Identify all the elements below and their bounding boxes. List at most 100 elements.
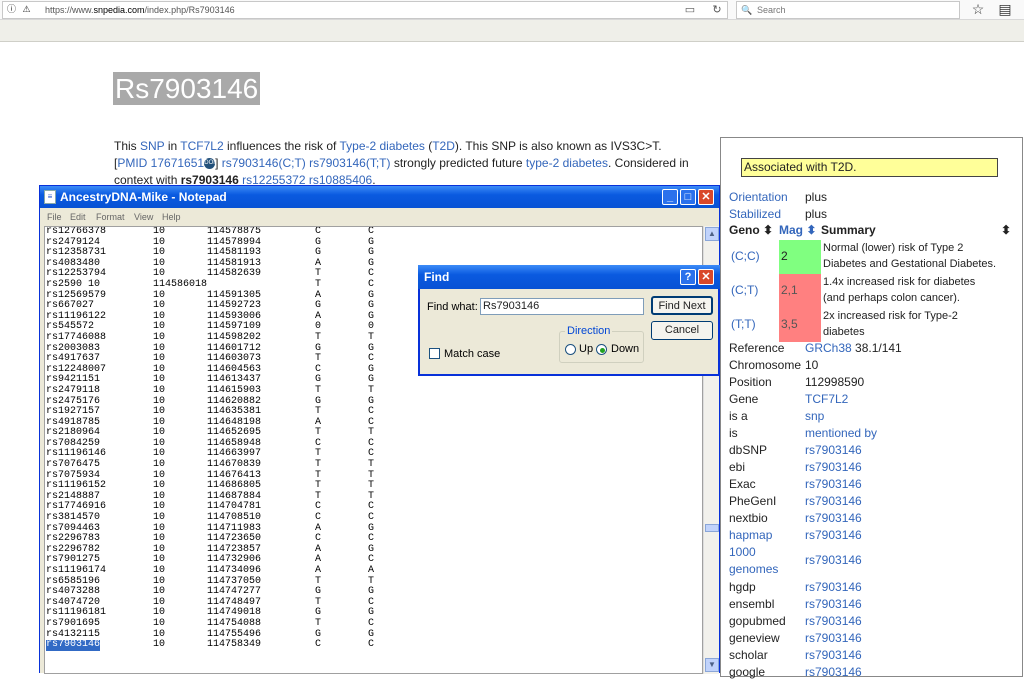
intro-text: This bbox=[114, 139, 141, 153]
reference-label: Reference bbox=[729, 341, 785, 355]
disease-link-2[interactable]: type-2 diabetes bbox=[526, 156, 608, 170]
text-line[interactable]: rs7903146 10 114758349 C C bbox=[45, 640, 702, 651]
text-field: 114586018 bbox=[153, 278, 208, 290]
stabilized-label[interactable]: Stabilized bbox=[729, 206, 805, 223]
find-dialog-title: Find bbox=[424, 270, 450, 284]
gene-value-link[interactable]: TCF7L2 bbox=[805, 391, 848, 408]
cancel-button[interactable]: Cancel bbox=[651, 321, 713, 340]
direction-group: Direction Up Down bbox=[559, 324, 644, 363]
ebi-link[interactable]: rs7903146 bbox=[805, 459, 862, 476]
search-input[interactable]: 🔍 Search bbox=[736, 1, 960, 19]
gene-link[interactable]: TCF7L2 bbox=[180, 139, 223, 153]
geno-header[interactable]: Geno ⬍ bbox=[729, 222, 773, 238]
down-label[interactable]: Down bbox=[611, 342, 639, 356]
text-line[interactable]: rs7901695 10 114754088 T C bbox=[45, 617, 702, 630]
summary-header[interactable]: Summary bbox=[821, 222, 876, 238]
match-case-checkbox[interactable] bbox=[429, 348, 440, 359]
summary-cell: Diabetes and Gestational Diabetes. bbox=[823, 258, 997, 270]
text-field: rs2590 10 bbox=[46, 278, 101, 290]
hapmap-label-link[interactable]: hapmap bbox=[729, 527, 805, 544]
exac-link[interactable]: rs7903146 bbox=[805, 476, 862, 493]
genomes-label-link[interactable]: 1000 genomes bbox=[729, 544, 805, 578]
reload-icon[interactable]: ↻ bbox=[710, 3, 724, 17]
menu-view[interactable]: View bbox=[134, 208, 153, 226]
text-field: C bbox=[315, 226, 322, 237]
text-line[interactable]: rs2479118 10 114615903 T T bbox=[45, 385, 702, 397]
text-field: T bbox=[315, 331, 322, 343]
gopubmed-link[interactable]: rs7903146 bbox=[805, 613, 862, 630]
reader-view-icon[interactable]: ▭ bbox=[683, 3, 697, 17]
notepad-app-icon[interactable]: ≡ bbox=[44, 190, 56, 204]
match-case-label[interactable]: Match case bbox=[444, 347, 500, 361]
grch38-link[interactable]: GRCh38 bbox=[805, 341, 852, 355]
ebi-label: ebi bbox=[729, 460, 746, 474]
text-field: rs11196174 bbox=[46, 565, 107, 576]
maximize-button[interactable]: □ bbox=[680, 189, 696, 205]
scroll-thumb[interactable] bbox=[705, 524, 719, 532]
up-label[interactable]: Up bbox=[579, 342, 593, 356]
mag-header[interactable]: Mag ⬍ bbox=[779, 222, 816, 238]
find-next-button[interactable]: Find Next bbox=[651, 296, 713, 315]
scroll-up-arrow-icon[interactable]: ▲ bbox=[705, 227, 719, 241]
menu-format[interactable]: Format bbox=[96, 208, 125, 226]
genotype-ct-link[interactable]: (C;T) bbox=[731, 282, 758, 298]
sort-icon: ⬍ bbox=[763, 223, 774, 237]
info-icon[interactable]: ⓘ bbox=[6, 4, 17, 15]
find-what-input[interactable]: Rs7903146 bbox=[480, 298, 644, 315]
genomes-link[interactable]: rs7903146 bbox=[805, 552, 862, 569]
help-button[interactable]: ? bbox=[680, 269, 696, 285]
geneview-link[interactable]: rs7903146 bbox=[805, 630, 862, 647]
doi-icon[interactable]: DOI bbox=[204, 158, 216, 170]
genotype-tt-link[interactable]: rs7903146(T;T) bbox=[309, 156, 390, 170]
up-radio[interactable] bbox=[565, 344, 576, 355]
find-dialog-titlebar[interactable]: Find ? ✕ bbox=[418, 265, 720, 289]
phegeni-link[interactable]: rs7903146 bbox=[805, 493, 862, 510]
text-line[interactable]: rs12766378 10 114578875 C C bbox=[45, 227, 702, 238]
dbsnp-link[interactable]: rs7903146 bbox=[805, 442, 862, 459]
genotype-tt-link[interactable]: (T;T) bbox=[731, 316, 756, 332]
find-close-button[interactable]: ✕ bbox=[698, 269, 714, 285]
close-button[interactable]: ✕ bbox=[698, 189, 714, 205]
genotype-cc-link[interactable]: (C;C) bbox=[731, 248, 760, 264]
menu-file[interactable]: File bbox=[47, 208, 62, 226]
url-bar[interactable]: ⓘ ⚠ https://www.snpedia.com/index.php/Rs… bbox=[2, 1, 728, 19]
nextbio-link[interactable]: rs7903146 bbox=[805, 510, 862, 527]
sort-icon: ⬍ bbox=[806, 223, 817, 237]
text-line[interactable]: rs11196174 10 114734096 A A bbox=[45, 565, 702, 577]
ensembl-link[interactable]: rs7903146 bbox=[805, 596, 862, 613]
scholar-link[interactable]: rs7903146 bbox=[805, 647, 862, 664]
menu-help[interactable]: Help bbox=[162, 208, 181, 226]
is-label: is bbox=[729, 426, 738, 440]
abbr-link[interactable]: T2D bbox=[432, 139, 455, 153]
text-field: C bbox=[368, 226, 375, 237]
scroll-down-arrow-icon[interactable]: ▼ bbox=[705, 658, 719, 672]
hapmap-link[interactable]: rs7903146 bbox=[805, 527, 862, 544]
sort-icon[interactable]: ⬍ bbox=[1001, 222, 1011, 238]
bookmark-star-icon[interactable]: ☆ bbox=[970, 1, 986, 17]
snp-category-link[interactable]: snp bbox=[805, 408, 824, 425]
down-radio[interactable] bbox=[596, 344, 607, 355]
bookmarks-library-icon[interactable]: ▤ bbox=[997, 1, 1013, 17]
insecure-lock-icon[interactable]: ⚠ bbox=[21, 4, 32, 15]
magnitude-cell: 3,5 bbox=[779, 308, 821, 342]
hgdp-label: hgdp bbox=[729, 580, 756, 594]
intro-text: strongly predicted future bbox=[390, 156, 526, 170]
menu-edit[interactable]: Edit bbox=[70, 208, 86, 226]
mentioned-by-link[interactable]: mentioned by bbox=[805, 425, 877, 442]
disease-link[interactable]: Type-2 diabetes bbox=[339, 139, 424, 153]
minimize-button[interactable]: _ bbox=[662, 189, 678, 205]
text-field: 114582639 bbox=[207, 268, 262, 280]
genotype-ct-link[interactable]: rs7903146(C;T) bbox=[222, 156, 306, 170]
notepad-titlebar[interactable]: ≡ AncestryDNA-Mike - Notepad _ □ ✕ bbox=[40, 186, 719, 208]
text-field: C bbox=[315, 639, 322, 651]
text-field: T bbox=[315, 617, 322, 629]
pmid-link[interactable]: PMID 17671651 bbox=[117, 156, 204, 170]
url-text[interactable]: https://www.snpedia.com/index.php/Rs7903… bbox=[45, 2, 235, 18]
browser-toolbar: ⓘ ⚠ https://www.snpedia.com/index.php/Rs… bbox=[0, 0, 1024, 20]
hgdp-link[interactable]: rs7903146 bbox=[805, 579, 862, 596]
snp-link[interactable]: SNP bbox=[140, 139, 164, 153]
orientation-label[interactable]: Orientation bbox=[729, 189, 805, 206]
exac-label: Exac bbox=[729, 477, 756, 491]
text-field: 10 bbox=[153, 617, 166, 629]
chromosome-label: Chromosome bbox=[729, 358, 802, 372]
